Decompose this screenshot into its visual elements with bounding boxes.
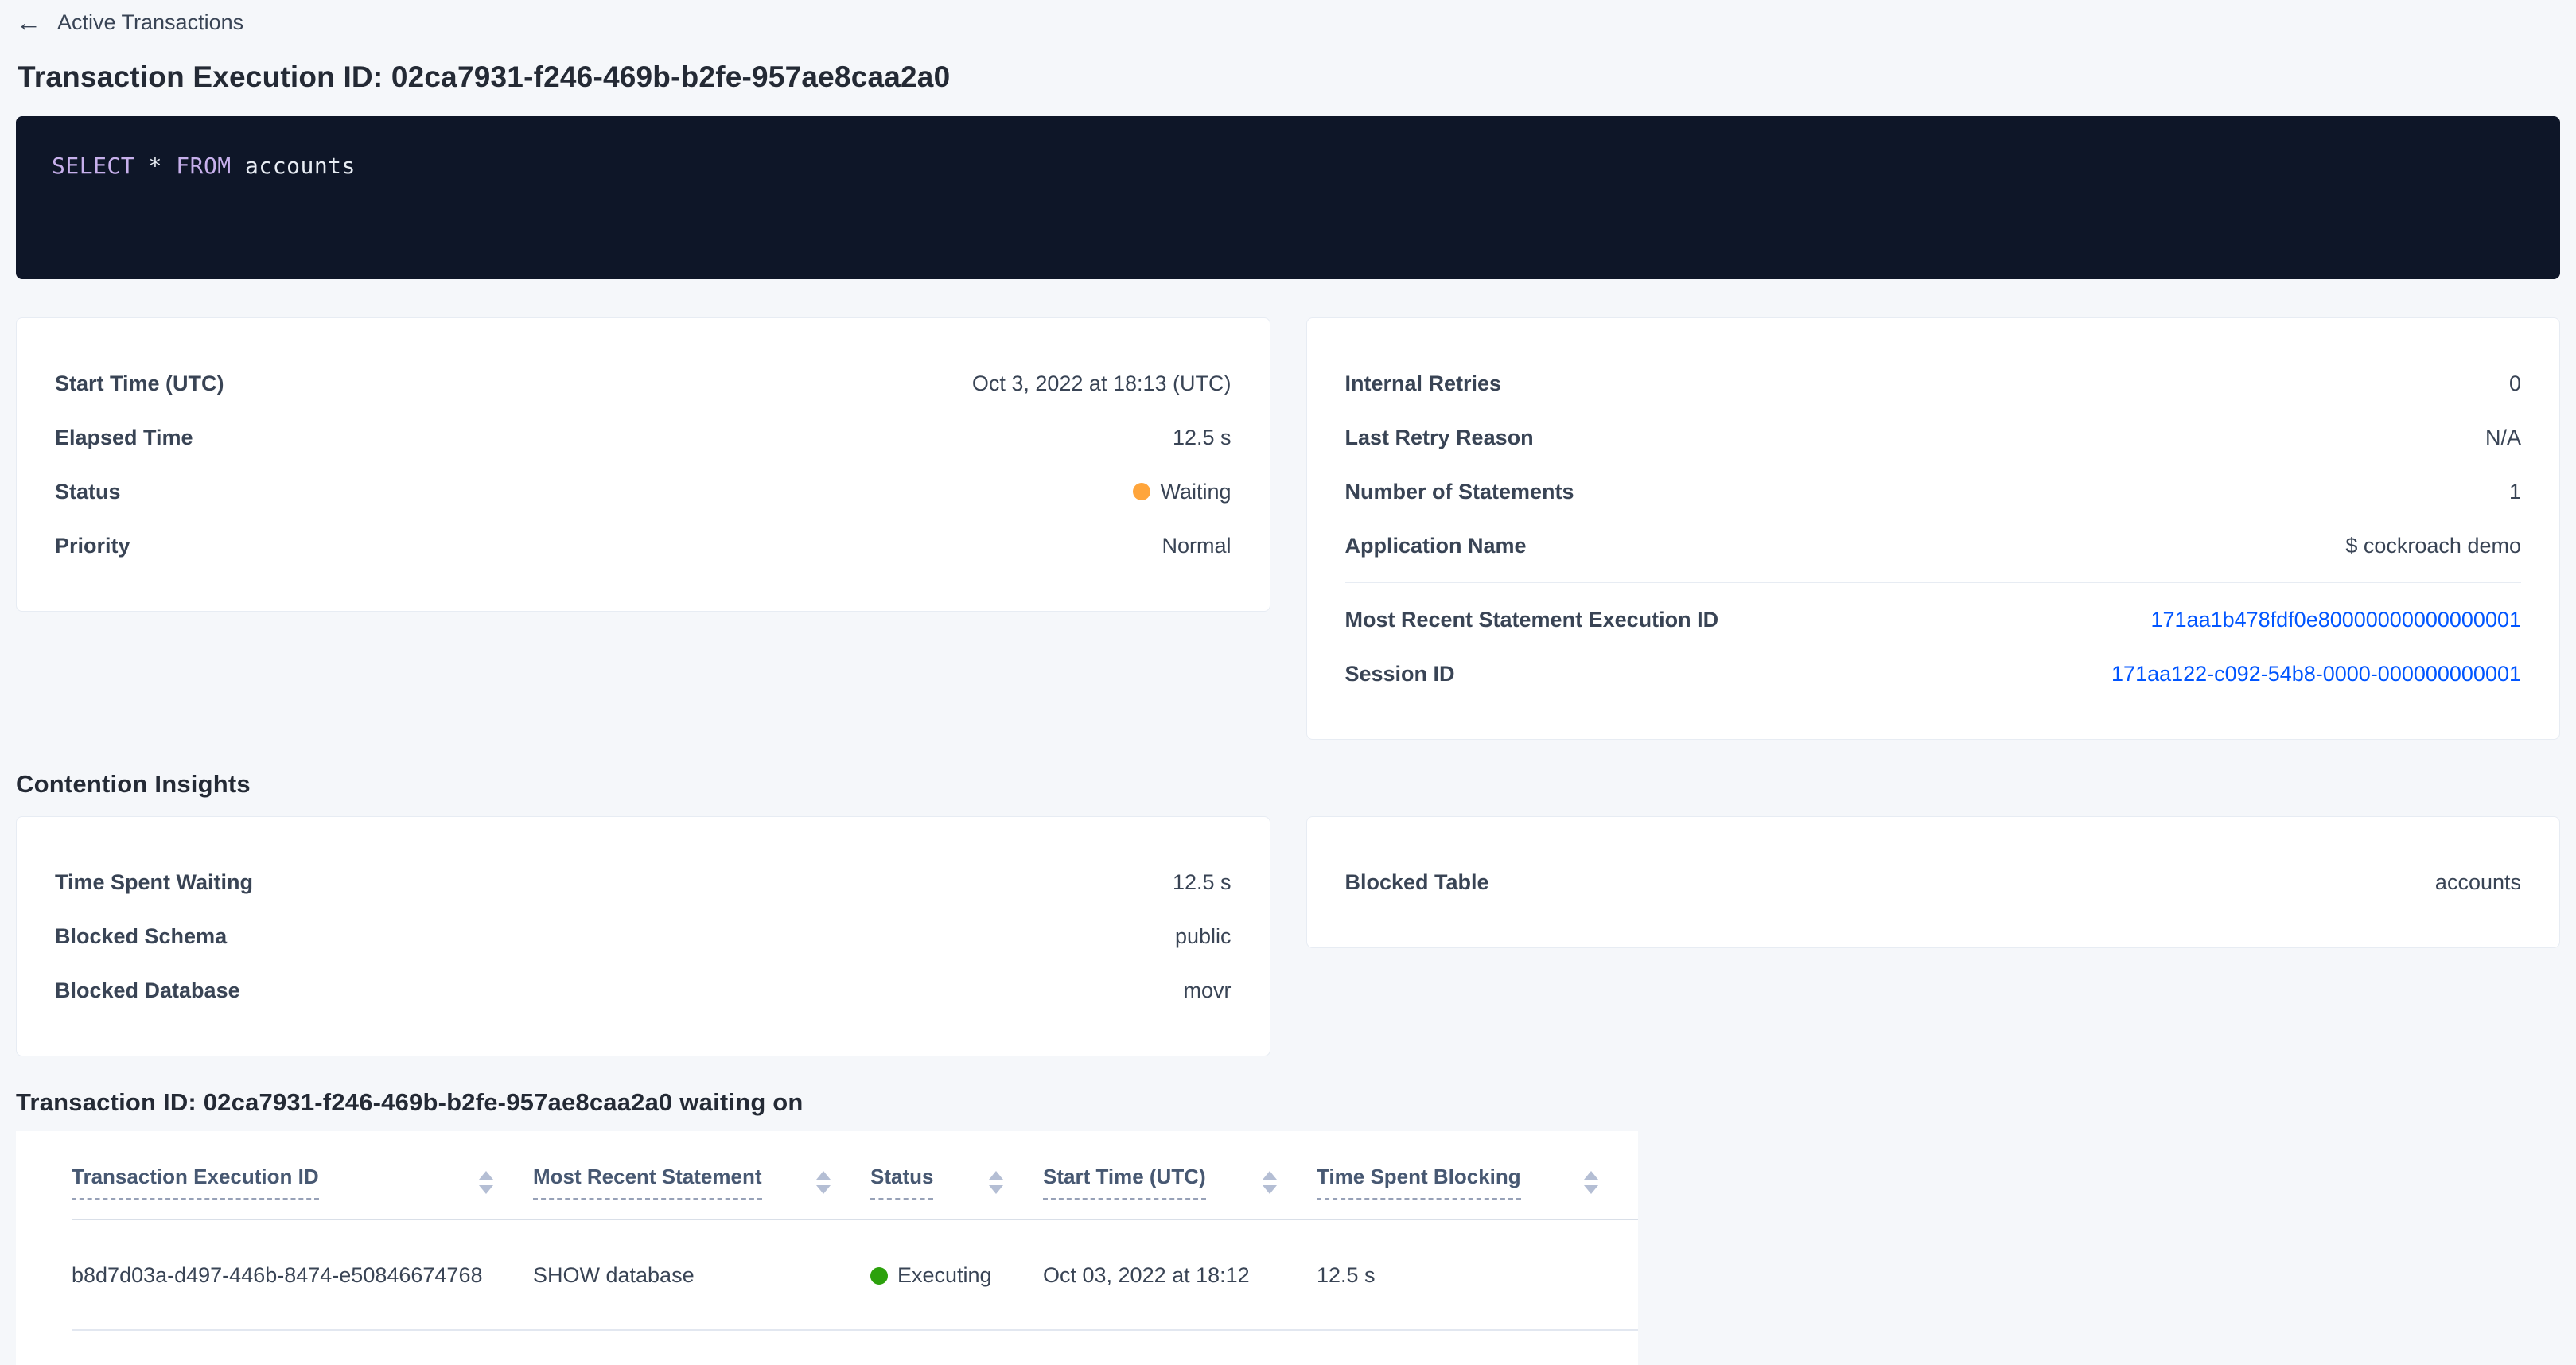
contention-row-blocked-schema: Blocked Schema public [55, 909, 1232, 963]
row-label: Blocked Schema [55, 923, 251, 950]
summary-row-status: Status Waiting [55, 465, 1232, 519]
summary-row-priority: Priority Normal [55, 519, 1232, 573]
waiting-on-heading: Transaction ID: 02ca7931-f246-469b-b2fe-… [16, 1088, 2560, 1117]
contention-cards-row: Time Spent Waiting 12.5 s Blocked Schema… [16, 816, 2560, 1056]
summary-row-internal-retries: Internal Retries 0 [1345, 356, 2522, 410]
sql-keyword-from: FROM [176, 153, 231, 179]
sort-icon[interactable] [479, 1171, 493, 1194]
row-label: Elapsed Time [55, 424, 217, 451]
summary-row-number-of-statements: Number of Statements 1 [1345, 465, 2522, 519]
status-value: Waiting [1133, 478, 1231, 505]
back-arrow-icon: ← [16, 10, 41, 35]
cell-start-time: Oct 03, 2022 at 18:12 [1043, 1219, 1317, 1330]
row-label: Blocked Database [55, 977, 264, 1004]
overview-summary-card-right: Internal Retries 0 Last Retry Reason N/A… [1306, 317, 2561, 740]
back-link-label: Active Transactions [57, 10, 243, 35]
waiting-on-table: Transaction Execution ID Most Recent Sta… [72, 1131, 1638, 1331]
sql-star: * [134, 153, 176, 179]
status-text: Executing [897, 1263, 992, 1288]
sql-statement-box: SELECT * FROM accounts [16, 116, 2560, 279]
row-value: 12.5 s [1173, 424, 1232, 451]
row-value: public [1175, 923, 1232, 950]
sql-keyword-select: SELECT [52, 153, 134, 179]
overview-summary-card-left: Start Time (UTC) Oct 3, 2022 at 18:13 (U… [16, 317, 1270, 612]
page-title: Transaction Execution ID: 02ca7931-f246-… [18, 60, 2560, 94]
row-label: Most Recent Statement Execution ID [1345, 606, 1743, 633]
cell-status: Executing [870, 1219, 1043, 1330]
row-value: N/A [2485, 424, 2521, 451]
row-value: movr [1184, 977, 1232, 1004]
status-executing-dot-icon [870, 1267, 888, 1285]
column-header-time-spent-blocking[interactable]: Time Spent Blocking [1317, 1131, 1638, 1219]
row-value: 1 [2509, 478, 2521, 505]
row-label: Session ID [1345, 660, 1479, 687]
sort-icon[interactable] [989, 1171, 1003, 1194]
row-value: Normal [1162, 532, 1231, 559]
waiting-on-table-container: Transaction Execution ID Most Recent Sta… [16, 1131, 1638, 1365]
row-label: Blocked Table [1345, 869, 1513, 896]
cell-most-recent-statement: SHOW database [533, 1219, 870, 1330]
column-label[interactable]: Most Recent Statement [533, 1165, 762, 1200]
contention-row-blocked-table: Blocked Table accounts [1345, 855, 2522, 909]
row-value: $ cockroach demo [2345, 532, 2521, 559]
row-value: 12.5 s [1173, 869, 1232, 896]
summary-row-most-recent-statement-execution-id: Most Recent Statement Execution ID 171aa… [1345, 593, 2522, 647]
row-label: Priority [55, 532, 154, 559]
contention-row-blocked-database: Blocked Database movr [55, 963, 1232, 1017]
summary-row-application-name: Application Name $ cockroach demo [1345, 519, 2522, 573]
status-waiting-dot-icon [1133, 483, 1150, 500]
row-value: accounts [2435, 869, 2521, 896]
summary-row-session-id: Session ID 171aa122-c092-54b8-0000-00000… [1345, 647, 2522, 701]
status-text: Waiting [1160, 478, 1231, 505]
cell-time-spent-blocking: 12.5 s [1317, 1219, 1638, 1330]
active-transaction-details-page: ← Active Transactions Transaction Execut… [0, 0, 2576, 1365]
row-label: Number of Statements [1345, 478, 1598, 505]
contention-card-left: Time Spent Waiting 12.5 s Blocked Schema… [16, 816, 1270, 1056]
row-label: Status [55, 478, 145, 505]
column-label[interactable]: Status [870, 1165, 933, 1200]
statement-execution-id-link[interactable]: 171aa1b478fdf0e80000000000000001 [2151, 606, 2522, 633]
row-value: Oct 3, 2022 at 18:13 (UTC) [972, 370, 1232, 397]
row-value: 0 [2509, 370, 2521, 397]
column-header-status[interactable]: Status [870, 1131, 1043, 1219]
row-label: Start Time (UTC) [55, 370, 248, 397]
summary-row-elapsed-time: Elapsed Time 12.5 s [55, 410, 1232, 465]
sql-table-name: accounts [232, 153, 356, 179]
row-label: Internal Retries [1345, 370, 1526, 397]
summary-row-last-retry-reason: Last Retry Reason N/A [1345, 410, 2522, 465]
summary-row-start-time: Start Time (UTC) Oct 3, 2022 at 18:13 (U… [55, 356, 1232, 410]
sort-icon[interactable] [1263, 1171, 1277, 1194]
column-label[interactable]: Time Spent Blocking [1317, 1165, 1521, 1200]
sort-icon[interactable] [816, 1171, 831, 1194]
table-row: b8d7d03a-d497-446b-8474-e50846674768 SHO… [72, 1219, 1638, 1330]
row-label: Application Name [1345, 532, 1551, 559]
session-id-link[interactable]: 171aa122-c092-54b8-0000-000000000001 [2111, 660, 2521, 687]
cell-transaction-execution-id: b8d7d03a-d497-446b-8474-e50846674768 [72, 1219, 533, 1330]
contention-insights-heading: Contention Insights [16, 770, 2560, 799]
contention-row-time-spent-waiting: Time Spent Waiting 12.5 s [55, 855, 1232, 909]
back-link-active-transactions[interactable]: ← Active Transactions [16, 0, 243, 35]
column-header-transaction-execution-id[interactable]: Transaction Execution ID [72, 1131, 533, 1219]
waiting-on-table-header: Transaction Execution ID Most Recent Sta… [72, 1131, 1638, 1219]
contention-card-right: Blocked Table accounts [1306, 816, 2561, 948]
card-divider [1345, 582, 2522, 583]
row-label: Last Retry Reason [1345, 424, 1558, 451]
column-header-start-time[interactable]: Start Time (UTC) [1043, 1131, 1317, 1219]
sort-icon[interactable] [1584, 1171, 1598, 1194]
overview-cards-row: Start Time (UTC) Oct 3, 2022 at 18:13 (U… [16, 317, 2560, 740]
row-label: Time Spent Waiting [55, 869, 277, 896]
column-header-most-recent-statement[interactable]: Most Recent Statement [533, 1131, 870, 1219]
column-label[interactable]: Transaction Execution ID [72, 1165, 319, 1200]
column-label[interactable]: Start Time (UTC) [1043, 1165, 1206, 1200]
